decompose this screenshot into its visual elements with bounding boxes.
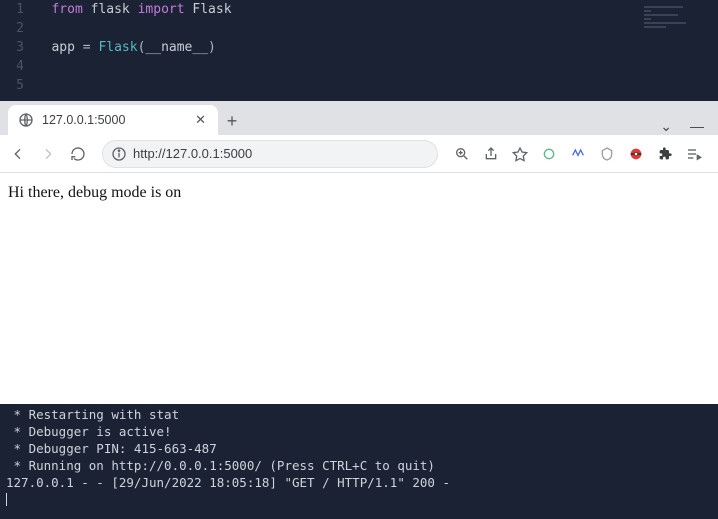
tab-title: 127.0.0.1:5000 — [42, 113, 193, 127]
extensions-puzzle-icon[interactable] — [657, 146, 673, 162]
terminal-pane[interactable]: * Restarting with stat * Debugger is act… — [0, 404, 718, 519]
editor-line[interactable]: 4 — [4, 57, 718, 76]
zoom-icon[interactable] — [454, 146, 470, 162]
line-number: 5 — [4, 76, 28, 95]
editor-line[interactable]: 5 — [4, 76, 718, 95]
minimize-icon[interactable]: — — [690, 118, 704, 135]
line-number: 3 — [4, 38, 28, 57]
terminal-line: 127.0.0.1 - - [29/Jun/2022 18:05:18] "GE… — [6, 474, 712, 491]
extension-icon[interactable] — [570, 146, 586, 162]
bookmark-star-icon[interactable] — [512, 146, 528, 162]
editor-line[interactable]: 3 app = Flask(__name__) — [4, 38, 718, 57]
cursor-icon — [6, 493, 7, 506]
browser-tabstrip: 127.0.0.1:5000 ✕ + ⌄ — — [0, 101, 718, 135]
terminal-prompt[interactable] — [6, 491, 712, 508]
extension-icon[interactable] — [599, 146, 615, 162]
terminal-line: * Debugger is active! — [6, 423, 712, 440]
code-text — [28, 57, 51, 76]
browser-chrome: 127.0.0.1:5000 ✕ + ⌄ — http://127.0.0.1:… — [0, 101, 718, 173]
code-text: app = Flask(__name__) — [28, 38, 216, 57]
code-editor[interactable]: 1 from flask import Flask2 3 app = Flask… — [0, 0, 718, 101]
code-text — [28, 76, 51, 95]
new-tab-button[interactable]: + — [218, 107, 246, 135]
line-number: 1 — [4, 0, 28, 19]
line-number: 2 — [4, 19, 28, 38]
code-text — [28, 19, 51, 38]
code-text: from flask import Flask — [28, 0, 232, 19]
extension-icon[interactable] — [541, 146, 557, 162]
back-button[interactable] — [6, 142, 30, 166]
address-bar[interactable]: http://127.0.0.1:5000 — [102, 140, 438, 168]
toolbar-icons — [444, 146, 712, 162]
globe-icon — [18, 112, 34, 128]
close-tab-icon[interactable]: ✕ — [193, 112, 208, 128]
window-controls: ⌄ — — [660, 118, 718, 135]
playlist-icon[interactable] — [686, 146, 702, 162]
page-content: Hi there, debug mode is on — [0, 173, 718, 404]
extension-icon[interactable] — [628, 146, 644, 162]
forward-button — [36, 142, 60, 166]
line-number: 4 — [4, 57, 28, 76]
terminal-line: * Running on http://0.0.0.1:5000/ (Press… — [6, 457, 712, 474]
share-icon[interactable] — [483, 146, 499, 162]
editor-line[interactable]: 1 from flask import Flask — [4, 0, 718, 19]
site-info-icon[interactable] — [111, 146, 127, 162]
browser-tab[interactable]: 127.0.0.1:5000 ✕ — [8, 105, 218, 135]
editor-line[interactable]: 2 — [4, 19, 718, 38]
terminal-line: * Restarting with stat — [6, 406, 712, 423]
editor-minimap[interactable] — [644, 4, 714, 64]
page-text: Hi there, debug mode is on — [8, 184, 181, 201]
browser-toolbar: http://127.0.0.1:5000 — [0, 135, 718, 173]
url-text: http://127.0.0.1:5000 — [133, 146, 252, 161]
chevron-down-icon[interactable]: ⌄ — [660, 118, 672, 135]
terminal-line: * Debugger PIN: 415-663-487 — [6, 440, 712, 457]
reload-button[interactable] — [66, 142, 90, 166]
